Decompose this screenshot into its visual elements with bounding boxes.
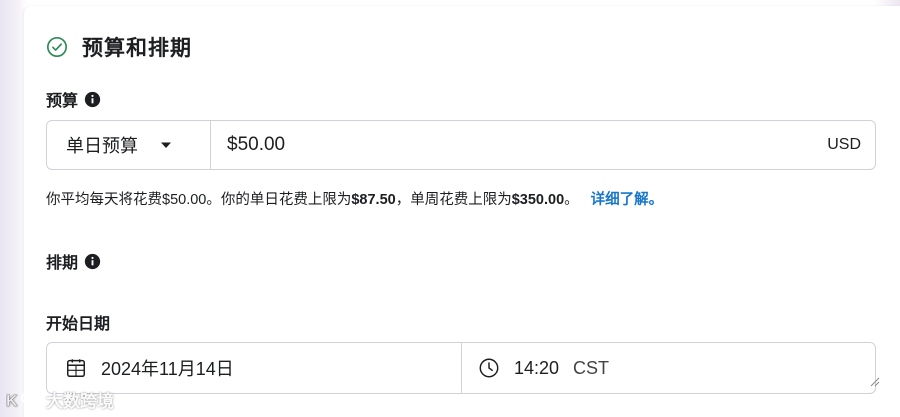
schedule-label: 排期 bbox=[46, 255, 79, 272]
help-text-part3: 。 bbox=[564, 192, 579, 208]
budget-label-row: 预算 bbox=[46, 87, 101, 111]
start-date-picker[interactable]: 2024年11月14日 bbox=[47, 343, 462, 393]
start-date-label: 开始日期 bbox=[46, 316, 111, 333]
start-date-value: 2024年11月14日 bbox=[101, 359, 234, 379]
check-circle-icon bbox=[47, 37, 67, 57]
budget-type-label: 单日预算 bbox=[66, 136, 138, 156]
info-icon[interactable] bbox=[84, 253, 101, 270]
daily-cap-value: $87.50 bbox=[351, 192, 396, 208]
help-text-part1: 你平均每天将花费$50.00。你的单日花费上限为 bbox=[46, 192, 352, 208]
resize-handle-icon[interactable] bbox=[870, 377, 880, 387]
help-text-part2: ，单周花费上限为 bbox=[395, 192, 512, 208]
budget-label: 预算 bbox=[46, 93, 79, 110]
watermark: K 大数跨境 bbox=[6, 387, 114, 412]
budget-amount-wrapper: USD bbox=[211, 121, 875, 169]
schedule-label-row: 排期 bbox=[46, 249, 101, 273]
section-header: 预算和排期 bbox=[46, 32, 192, 62]
start-time-value: 14:20 bbox=[514, 357, 560, 378]
weekly-cap-value: $350.00 bbox=[511, 192, 565, 208]
budget-help-text: 你平均每天将花费$50.00。你的单日花费上限为$87.50，单周花费上限为$3… bbox=[46, 188, 663, 209]
svg-text:K: K bbox=[6, 393, 18, 410]
section-title: 预算和排期 bbox=[82, 37, 192, 60]
budget-amount-input[interactable] bbox=[227, 134, 828, 156]
info-icon[interactable] bbox=[84, 91, 101, 108]
start-time-picker[interactable]: 14:20 CST bbox=[462, 343, 875, 393]
budget-type-dropdown[interactable]: 单日预算 bbox=[47, 121, 211, 169]
currency-label: USD bbox=[827, 136, 861, 153]
calendar-icon bbox=[67, 359, 85, 377]
watermark-text: 大数跨境 bbox=[46, 392, 114, 411]
budget-input-group: 单日预算 USD bbox=[46, 120, 876, 170]
clock-icon bbox=[479, 358, 499, 378]
watermark-logo: K bbox=[6, 391, 42, 410]
caret-down-icon bbox=[161, 142, 171, 148]
start-datetime-group: 2024年11月14日 14:20 CST bbox=[46, 342, 876, 394]
timezone-label: CST bbox=[573, 357, 610, 378]
learn-more-link[interactable]: 详细了解。 bbox=[591, 192, 664, 208]
budget-schedule-card: 预算和排期 预算 单日预算 USD 你平均每天将花费$50.00。你的单日花费上… bbox=[24, 6, 900, 417]
